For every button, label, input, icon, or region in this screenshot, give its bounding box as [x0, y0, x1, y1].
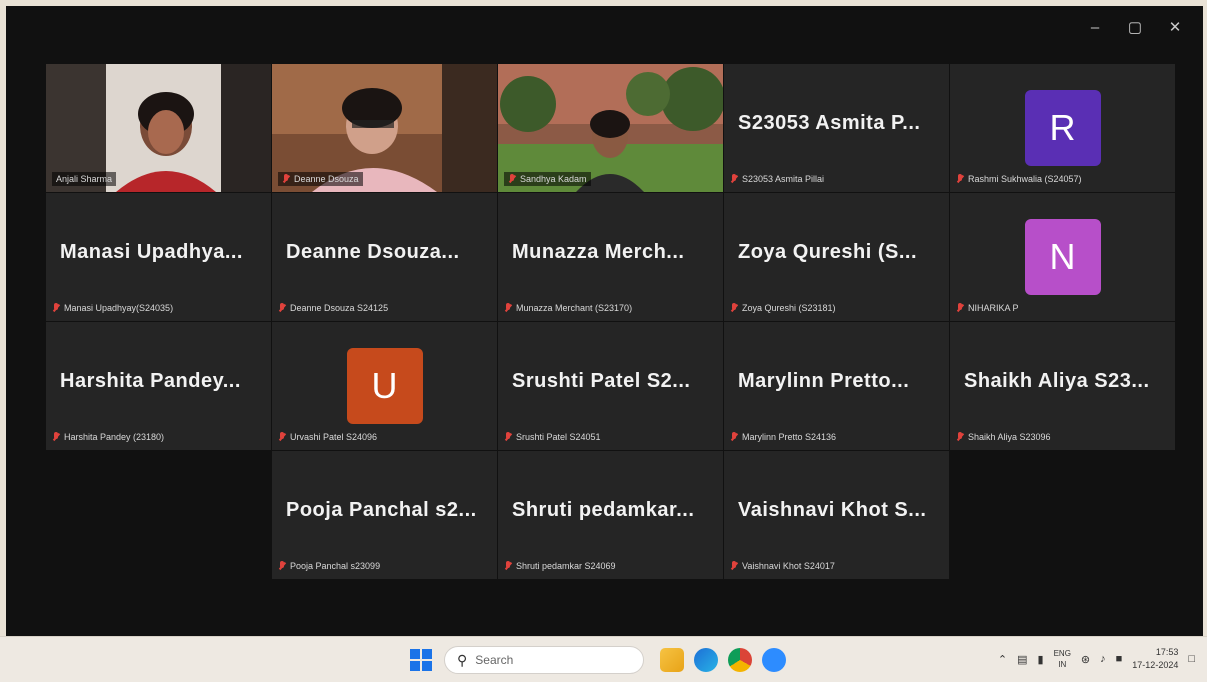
avatar: U: [346, 348, 423, 424]
mic-muted-icon: [508, 174, 516, 184]
avatar: N: [1024, 219, 1101, 295]
participant-tile-anjali[interactable]: Anjali Sharma: [46, 64, 271, 192]
mic-muted-icon: [730, 432, 738, 442]
wifi-icon[interactable]: ⊛: [1081, 653, 1090, 666]
participant-tile-sandhya[interactable]: Sandhya Kadam: [498, 64, 723, 192]
battery-icon[interactable]: ▮: [1038, 653, 1044, 666]
participant-tile-manasi[interactable]: Manasi Upadhya... Manasi Upadhyay(S24035…: [46, 193, 271, 321]
participant-tile-marylinn[interactable]: Marylinn Pretto... Marylinn Pretto S2413…: [724, 322, 949, 450]
participant-name-label: Anjali Sharma: [52, 172, 117, 186]
participant-display-name: Vaishnavi Khot S...: [738, 499, 927, 521]
participant-display-name: Munazza Merch...: [512, 241, 685, 263]
participant-tile-munazza[interactable]: Munazza Merch... Munazza Merchant (S2317…: [498, 193, 723, 321]
participant-tile-urvashi[interactable]: U Urvashi Patel S24096: [272, 322, 497, 450]
mic-muted-icon: [956, 174, 964, 184]
volume-icon[interactable]: ♪: [1100, 653, 1106, 665]
participant-name-label: Munazza Merchant (S23170): [504, 301, 632, 315]
network-icon[interactable]: ▤: [1017, 653, 1027, 666]
participant-tile-niharika[interactable]: N NIHARIKA P: [950, 193, 1175, 321]
participant-name-label: Marylinn Pretto S24136: [730, 430, 836, 444]
participant-name-label: Urvashi Patel S24096: [278, 430, 377, 444]
mic-muted-icon: [278, 303, 286, 313]
taskbar-search-box[interactable]: ⚲ Search: [444, 646, 644, 674]
participant-display-name: Manasi Upadhya...: [60, 241, 243, 263]
participant-tile-vaishnavi[interactable]: Vaishnavi Khot S... Vaishnavi Khot S2401…: [724, 451, 949, 579]
participant-name-label: Pooja Panchal s23099: [278, 559, 380, 573]
mic-muted-icon: [278, 561, 286, 571]
window-controls: – ▢ ✕: [1075, 14, 1195, 40]
participant-name-label: Zoya Qureshi (S23181): [730, 301, 836, 315]
participant-name-label: Deanne Dsouza: [278, 172, 363, 186]
search-icon: ⚲: [457, 651, 468, 668]
mic-muted-icon: [52, 303, 60, 313]
mic-muted-icon: [730, 561, 738, 571]
participant-display-name: S23053 Asmita P...: [738, 112, 921, 134]
participant-tile-aliya[interactable]: Shaikh Aliya S23... Shaikh Aliya S23096: [950, 322, 1175, 450]
chrome-browser-icon[interactable]: [728, 648, 752, 672]
taskbar: ⚲ Search ⌃ ▤ ▮ ENG IN ⊛ ♪ ■ 17:53 17-12-20…: [0, 636, 1207, 682]
mic-muted-icon: [52, 432, 60, 442]
participant-display-name: Srushti Patel S2...: [512, 370, 691, 392]
clock[interactable]: 17:53 17-12-2024: [1132, 646, 1178, 672]
participant-tile-zoya[interactable]: Zoya Qureshi (S... Zoya Qureshi (S23181): [724, 193, 949, 321]
participant-name-label: Shaikh Aliya S23096: [956, 430, 1051, 444]
notification-icon[interactable]: □: [1188, 653, 1195, 665]
edge-browser-icon[interactable]: [694, 648, 718, 672]
participant-tile-pooja[interactable]: Pooja Panchal s2... Pooja Panchal s23099: [272, 451, 497, 579]
participant-name-label: S23053 Asmita Pillai: [730, 172, 824, 186]
mic-muted-icon: [730, 303, 738, 313]
participant-name-label: Sandhya Kadam: [504, 172, 591, 186]
mic-muted-icon: [504, 561, 512, 571]
mic-muted-icon: [504, 432, 512, 442]
mic-muted-icon: [956, 303, 964, 313]
system-tray: ⌃ ▤ ▮ ENG IN ⊛ ♪ ■ 17:53 17-12-2024 □: [998, 643, 1195, 675]
windows-start-icon[interactable]: [410, 649, 432, 671]
language-indicator[interactable]: ENG IN: [1054, 648, 1071, 670]
participant-tile-harshita[interactable]: Harshita Pandey... Harshita Pandey (2318…: [46, 322, 271, 450]
participant-name-label: Srushti Patel S24051: [504, 430, 601, 444]
participant-name-label: Shruti pedamkar S24069: [504, 559, 616, 573]
mic-muted-icon: [730, 174, 738, 184]
power-icon[interactable]: ■: [1116, 653, 1123, 665]
zoom-app-icon[interactable]: [762, 648, 786, 672]
participant-name-label: Deanne Dsouza S24125: [278, 301, 388, 315]
participant-name-label: Manasi Upadhyay(S24035): [52, 301, 173, 315]
maximize-button[interactable]: ▢: [1115, 14, 1155, 40]
participant-tile-deanne[interactable]: Deanne Dsouza... Deanne Dsouza S24125: [272, 193, 497, 321]
participant-name-label: Vaishnavi Khot S24017: [730, 559, 835, 573]
file-explorer-icon[interactable]: [660, 648, 684, 672]
participant-display-name: Shaikh Aliya S23...: [964, 370, 1150, 392]
participant-name-label: Harshita Pandey (23180): [52, 430, 164, 444]
participant-display-name: Harshita Pandey...: [60, 370, 241, 392]
participant-tile-rashmi[interactable]: R Rashmi Sukhwalia (S24057): [950, 64, 1175, 192]
chevron-up-icon[interactable]: ⌃: [998, 653, 1007, 666]
participant-tile-deanne-video[interactable]: Deanne Dsouza: [272, 64, 497, 192]
participant-display-name: Pooja Panchal s2...: [286, 499, 477, 521]
participant-tile-shruti[interactable]: Shruti pedamkar... Shruti pedamkar S2406…: [498, 451, 723, 579]
participant-display-name: Deanne Dsouza...: [286, 241, 460, 263]
gallery-grid: Anjali Sharma Deanne Dsouza Sandhya Kada…: [46, 64, 1175, 579]
mic-muted-icon: [282, 174, 290, 184]
mic-muted-icon: [504, 303, 512, 313]
avatar: R: [1024, 90, 1101, 166]
participant-name-label: Rashmi Sukhwalia (S24057): [956, 172, 1082, 186]
participant-display-name: Marylinn Pretto...: [738, 370, 910, 392]
search-placeholder: Search: [475, 653, 514, 667]
participant-tile-asmita[interactable]: S23053 Asmita P... S23053 Asmita Pillai: [724, 64, 949, 192]
participant-tile-srushti[interactable]: Srushti Patel S2... Srushti Patel S24051: [498, 322, 723, 450]
meeting-window: – ▢ ✕ Anjali Sharma Deanne Dsouza Sandhy…: [6, 6, 1203, 636]
participant-name-label: NIHARIKA P: [956, 301, 1019, 315]
mic-muted-icon: [278, 432, 286, 442]
mic-muted-icon: [956, 432, 964, 442]
minimize-button[interactable]: –: [1075, 14, 1115, 40]
participant-display-name: Shruti pedamkar...: [512, 499, 695, 521]
participant-display-name: Zoya Qureshi (S...: [738, 241, 918, 263]
close-button[interactable]: ✕: [1155, 14, 1195, 40]
